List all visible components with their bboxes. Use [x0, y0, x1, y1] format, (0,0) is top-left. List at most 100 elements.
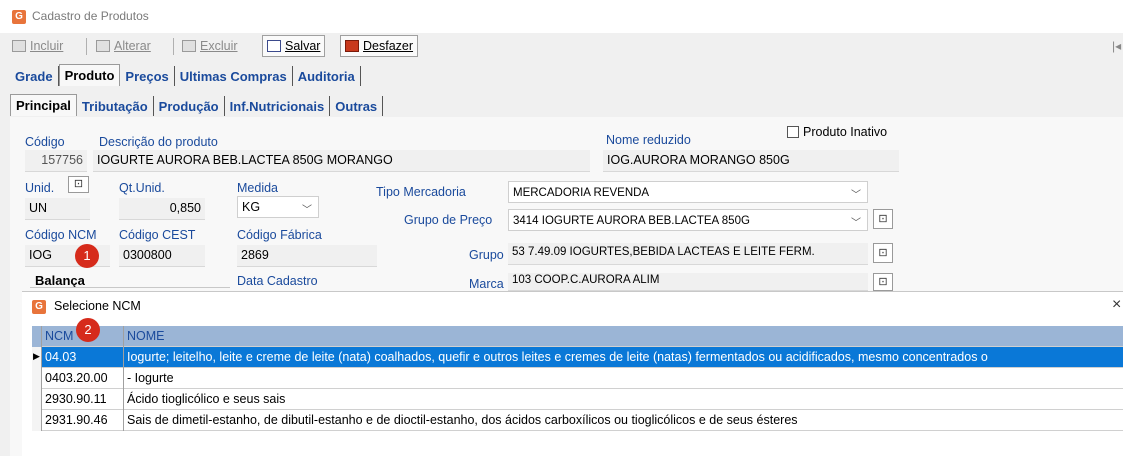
tab-auditoria[interactable]: Auditoria [293, 66, 361, 86]
title-bar: G Cadastro de Produtos [0, 0, 1123, 33]
excluir-label: Excluir [200, 39, 238, 53]
descricao-label: Descrição do produto [99, 135, 218, 149]
add-icon [12, 40, 26, 52]
codigo-field[interactable]: 157756 [25, 150, 87, 172]
tab-producao[interactable]: Produção [154, 96, 225, 116]
chevron-down-icon: ﹀ [851, 190, 861, 201]
grupo-label: Grupo [469, 248, 504, 262]
table-row[interactable]: ▶ 04.03 Iogurte; leitelho, leite e creme… [32, 347, 1123, 368]
grupo-preco-lookup-icon[interactable]: ⊡ [873, 209, 893, 229]
alterar-label: Alterar [114, 39, 151, 53]
tipo-mercadoria-label: Tipo Mercadoria [376, 185, 466, 199]
unid-lookup-icon[interactable]: ⊡ [68, 176, 89, 193]
codigo-label: Código [25, 135, 65, 149]
medida-select[interactable]: KG ﹀ [237, 196, 319, 218]
marca-label: Marca [469, 277, 504, 291]
nome-cell[interactable]: - Iogurte [124, 368, 1123, 389]
codigo-ncm-label: Código NCM [25, 228, 97, 242]
table-row[interactable]: 2930.90.11 Ácido tioglicólico e seus sai… [32, 389, 1123, 410]
alterar-button[interactable]: Alterar [92, 35, 155, 57]
qt-unid-label: Qt.Unid. [119, 181, 165, 195]
grupo-preco-value: 3414 IOGURTE AURORA BEB.LACTEA 850G [513, 215, 750, 227]
app-icon: G [12, 10, 26, 24]
produto-inativo-checkbox[interactable]: Produto Inativo [787, 125, 887, 139]
undo-icon [345, 40, 359, 52]
save-icon [267, 40, 281, 52]
grid-header: NCM NOME [32, 326, 1123, 347]
balanca-label: Balança [35, 273, 85, 288]
step-badge-2: 2 [76, 318, 100, 342]
unid-field[interactable]: UN [25, 198, 90, 220]
row-indicator [32, 410, 42, 431]
row-indicator [32, 326, 42, 347]
tipo-mercadoria-select[interactable]: MERCADORIA REVENDA ﹀ [508, 181, 868, 203]
marca-lookup-icon[interactable]: ⊡ [873, 273, 893, 291]
tipo-mercadoria-value: MERCADORIA REVENDA [513, 187, 650, 199]
grupo-preco-select[interactable]: 3414 IOGURTE AURORA BEB.LACTEA 850G ﹀ [508, 209, 868, 231]
current-row-icon: ▶ [32, 347, 42, 368]
nome-reduzido-field[interactable]: IOG.AURORA MORANGO 850G [603, 150, 899, 172]
sub-tabs: Principal Tributação Produção Inf.Nutric… [10, 94, 384, 116]
codigo-fabrica-label: Código Fábrica [237, 228, 322, 242]
medida-label: Medida [237, 181, 278, 195]
grupo-field[interactable]: 53 7.49.09 IOGURTES,BEBIDA LACTEAS E LEI… [508, 243, 868, 265]
nome-reduzido-label: Nome reduzido [606, 133, 691, 147]
chevron-down-icon: ﹀ [302, 205, 312, 216]
toolbar: Incluir Alterar Excluir Salvar Desfazer … [0, 33, 1123, 60]
ncm-cell[interactable]: 04.03 [42, 347, 124, 368]
qt-unid-field[interactable]: 0,850 [119, 198, 205, 220]
salvar-label: Salvar [285, 39, 321, 53]
select-ncm-dialog: G Selecione NCM × NCM NOME ▶ 04.03 Iogur… [22, 291, 1123, 456]
toolbar-separator [173, 38, 174, 55]
step-badge-1: 1 [75, 244, 99, 268]
row-indicator [32, 389, 42, 410]
tab-ultimas-compras[interactable]: Ultimas Compras [175, 66, 293, 86]
first-record-icon[interactable]: |◂ [1112, 39, 1121, 53]
nome-cell[interactable]: Iogurte; leitelho, leite e creme de leit… [124, 347, 1123, 368]
descricao-field[interactable]: IOGURTE AURORA BEB.LACTEA 850G MORANGO [93, 150, 590, 172]
ncm-cell[interactable]: 2931.90.46 [42, 410, 124, 431]
tab-outras[interactable]: Outras [330, 96, 384, 116]
checkbox-box[interactable] [787, 126, 799, 138]
excluir-button[interactable]: Excluir [178, 35, 242, 57]
window-title: Cadastro de Produtos [32, 9, 149, 23]
codigo-cest-field[interactable]: 0300800 [119, 245, 205, 267]
delete-icon [182, 40, 196, 52]
codigo-fabrica-field[interactable]: 2869 [237, 245, 377, 267]
produto-inativo-label: Produto Inativo [803, 125, 888, 139]
main-tabs: Grade Produto Preços Ultimas Compras Aud… [10, 64, 361, 86]
tab-precos[interactable]: Preços [120, 66, 175, 86]
toolbar-separator [86, 38, 87, 55]
column-header-nome[interactable]: NOME [124, 326, 1123, 347]
nome-cell[interactable]: Ácido tioglicólico e seus sais [124, 389, 1123, 410]
ncm-cell[interactable]: 0403.20.00 [42, 368, 124, 389]
ncm-cell[interactable]: 2930.90.11 [42, 389, 124, 410]
marca-field[interactable]: 103 COOP.C.AURORA ALIM [508, 273, 868, 291]
desfazer-button[interactable]: Desfazer [340, 35, 419, 57]
tab-inf-nutricionais[interactable]: Inf.Nutricionais [225, 96, 331, 116]
tab-produto[interactable]: Produto [58, 64, 121, 86]
medida-value: KG [242, 200, 261, 214]
chevron-down-icon: ﹀ [851, 218, 861, 229]
nome-cell[interactable]: Sais de dimetil-estanho, de dibutil-esta… [124, 410, 1123, 431]
grupo-preco-label: Grupo de Preço [404, 213, 493, 227]
unid-label: Unid. [25, 181, 55, 195]
salvar-button[interactable]: Salvar [262, 35, 326, 57]
tab-principal[interactable]: Principal [10, 94, 77, 116]
desfazer-label: Desfazer [363, 39, 414, 53]
row-indicator [32, 368, 42, 389]
incluir-label: Incluir [30, 39, 64, 53]
data-cadastro-label: Data Cadastro [237, 274, 318, 288]
tab-grade[interactable]: Grade [10, 66, 59, 86]
table-row[interactable]: 0403.20.00 - Iogurte [32, 368, 1123, 389]
grupo-lookup-icon[interactable]: ⊡ [873, 243, 893, 263]
balanca-divider [30, 287, 230, 288]
edit-icon [96, 40, 110, 52]
codigo-cest-label: Código CEST [119, 228, 196, 242]
dialog-title: Selecione NCM [54, 299, 141, 313]
table-row[interactable]: 2931.90.46 Sais de dimetil-estanho, de d… [32, 410, 1123, 431]
app-icon: G [32, 300, 46, 314]
tab-tributacao[interactable]: Tributação [77, 96, 154, 116]
incluir-button[interactable]: Incluir [8, 35, 67, 57]
close-icon[interactable]: × [1112, 296, 1121, 314]
